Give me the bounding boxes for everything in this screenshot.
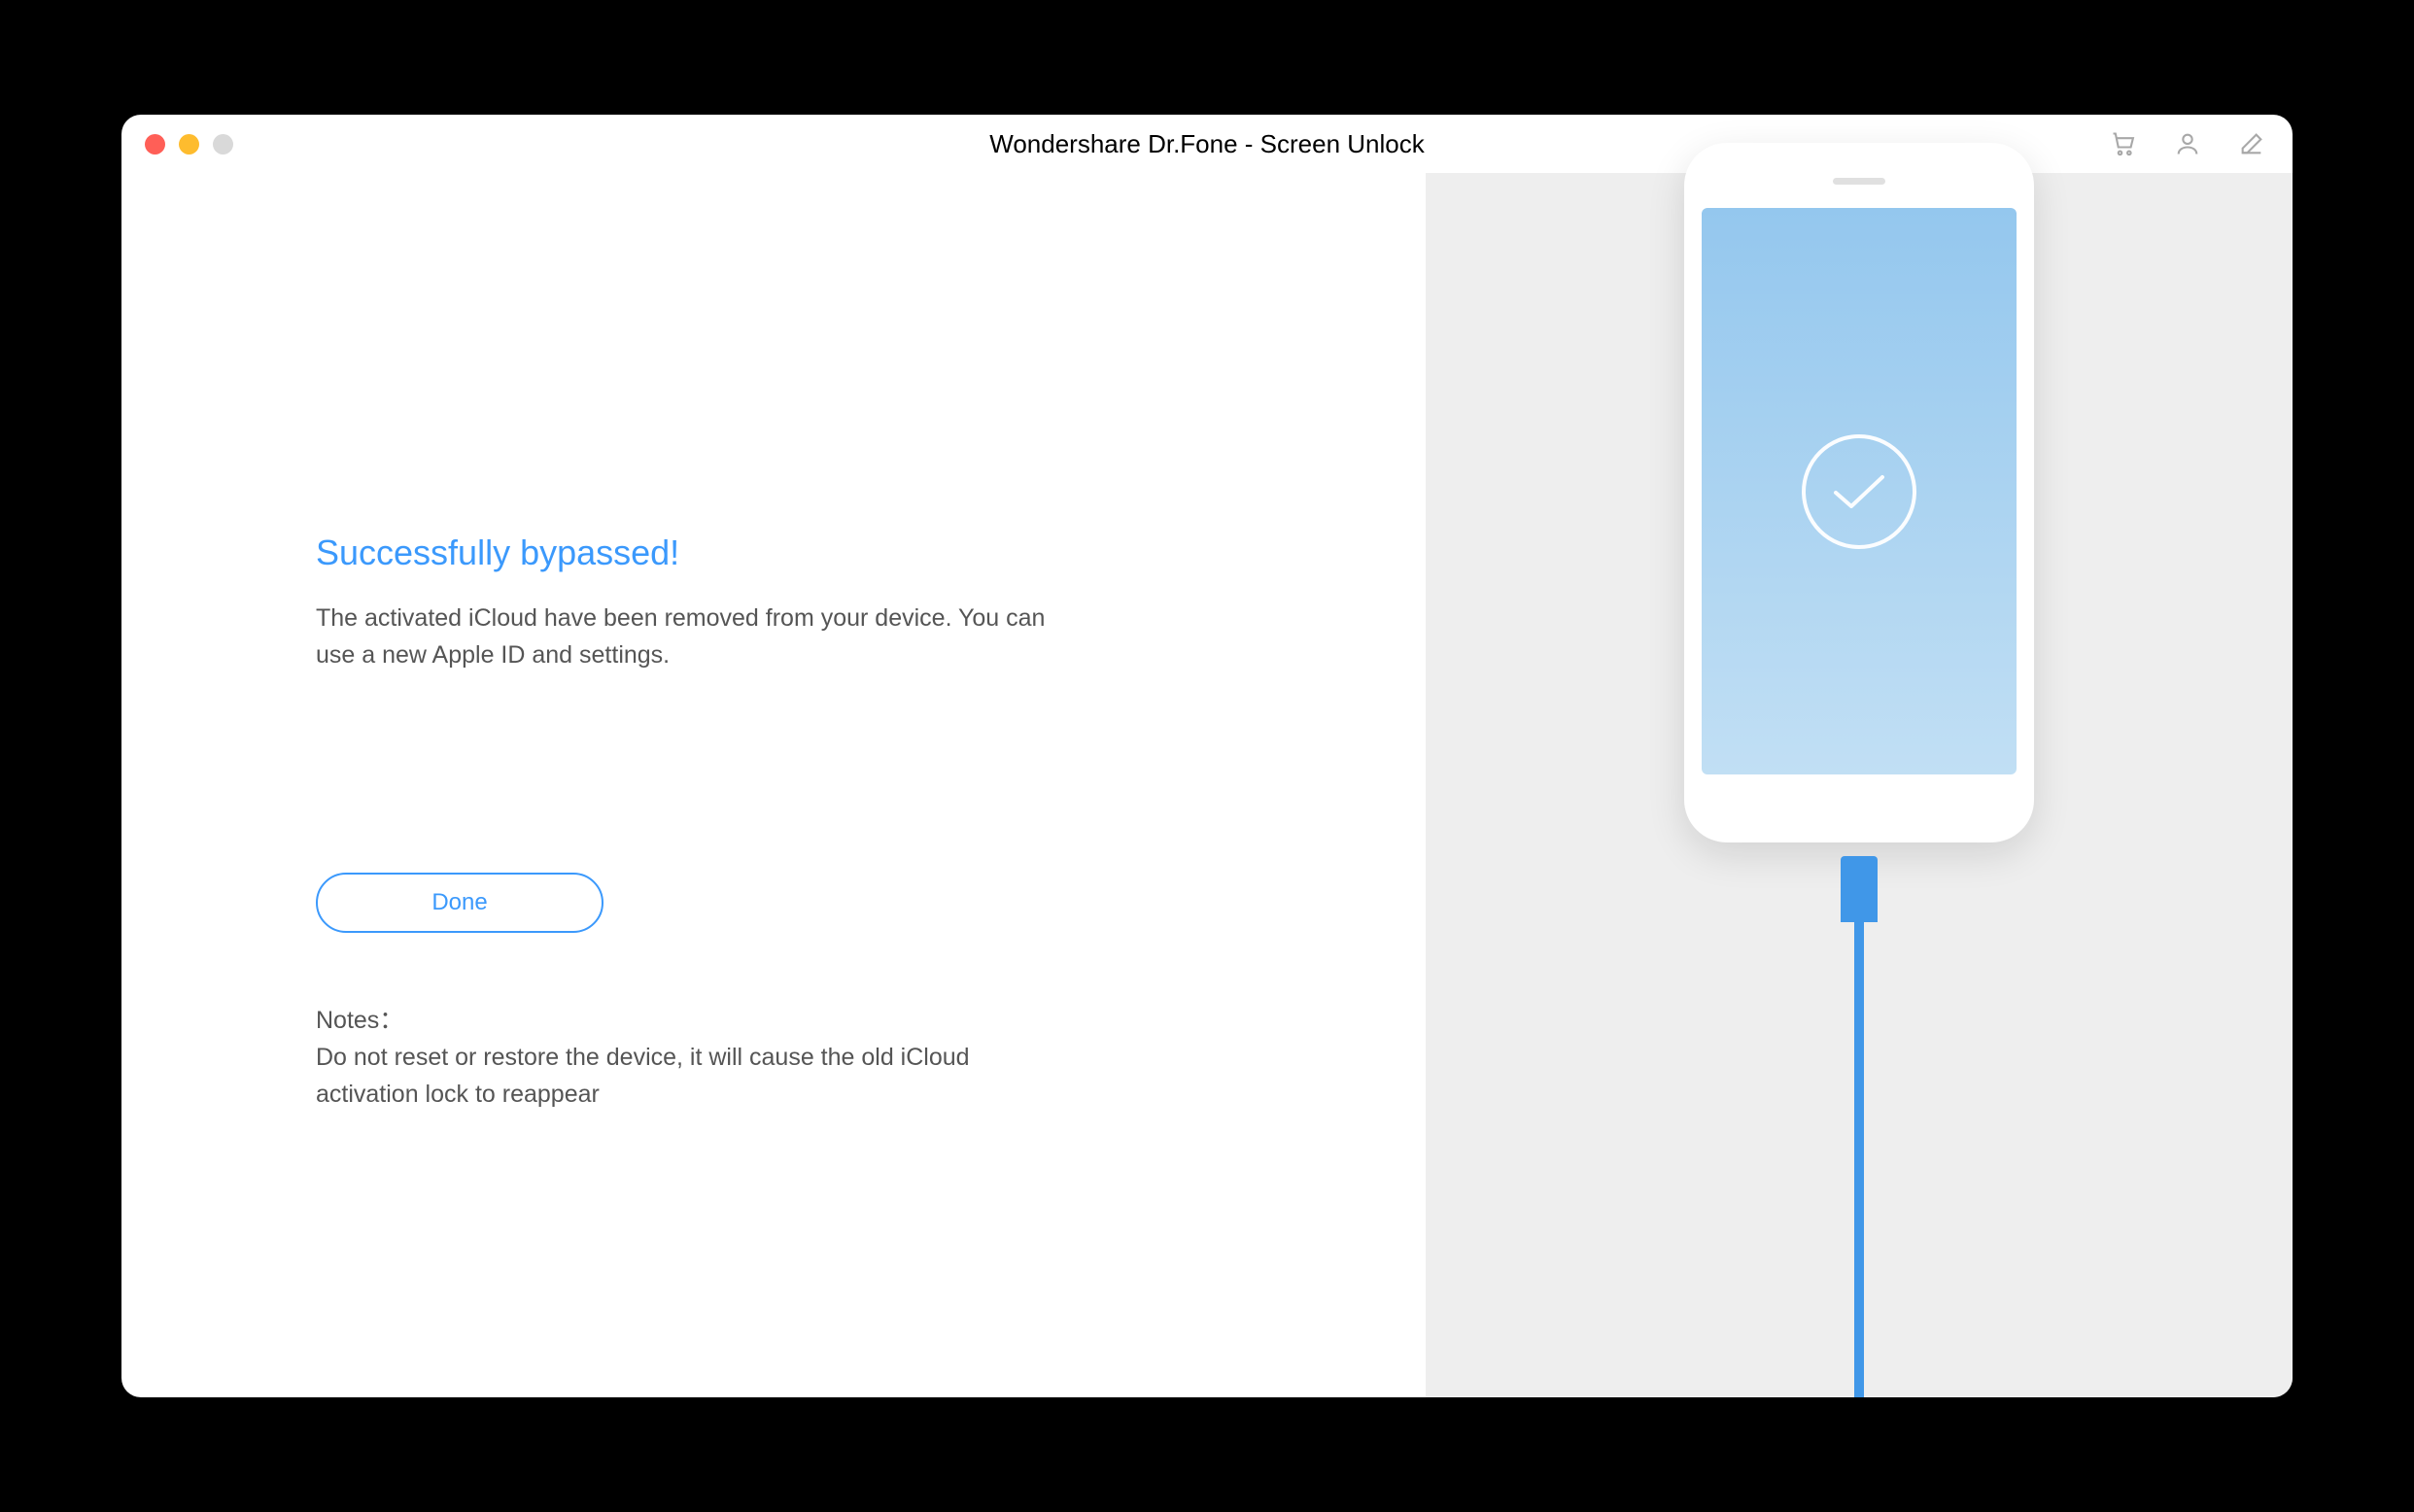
app-window: Wondershare Dr.Fone - Screen Unlock [121,115,2293,1397]
window-title: Wondershare Dr.Fone - Screen Unlock [989,129,1425,159]
phone-screen [1702,208,2017,774]
user-icon[interactable] [2174,130,2201,157]
phone-illustration [1684,162,2034,1397]
success-heading: Successfully bypassed! [316,533,1074,573]
content-area: Successfully bypassed! The activated iCl… [121,173,2293,1397]
done-button-label: Done [431,889,487,916]
phone-cable [1854,922,1864,1397]
window-maximize-button[interactable] [213,134,233,155]
success-description: The activated iCloud have been removed f… [316,601,1074,673]
edit-icon[interactable] [2238,130,2265,157]
cart-icon[interactable] [2110,130,2137,157]
right-panel [1426,173,2293,1397]
done-button[interactable]: Done [316,873,604,933]
notes-label: Notes： [316,1001,1074,1036]
notes-text: Do not reset or restore the device, it w… [316,1040,1074,1113]
window-minimize-button[interactable] [179,134,199,155]
phone-speaker [1833,178,1885,185]
left-panel: Successfully bypassed! The activated iCl… [121,173,1426,1397]
toolbar [2110,130,2265,157]
left-inner: Successfully bypassed! The activated iCl… [121,173,1190,1113]
window-close-button[interactable] [145,134,165,155]
phone-connector [1841,856,1878,922]
checkmark-circle-icon [1802,434,1916,549]
traffic-lights [145,134,233,155]
phone-body [1684,143,2034,842]
